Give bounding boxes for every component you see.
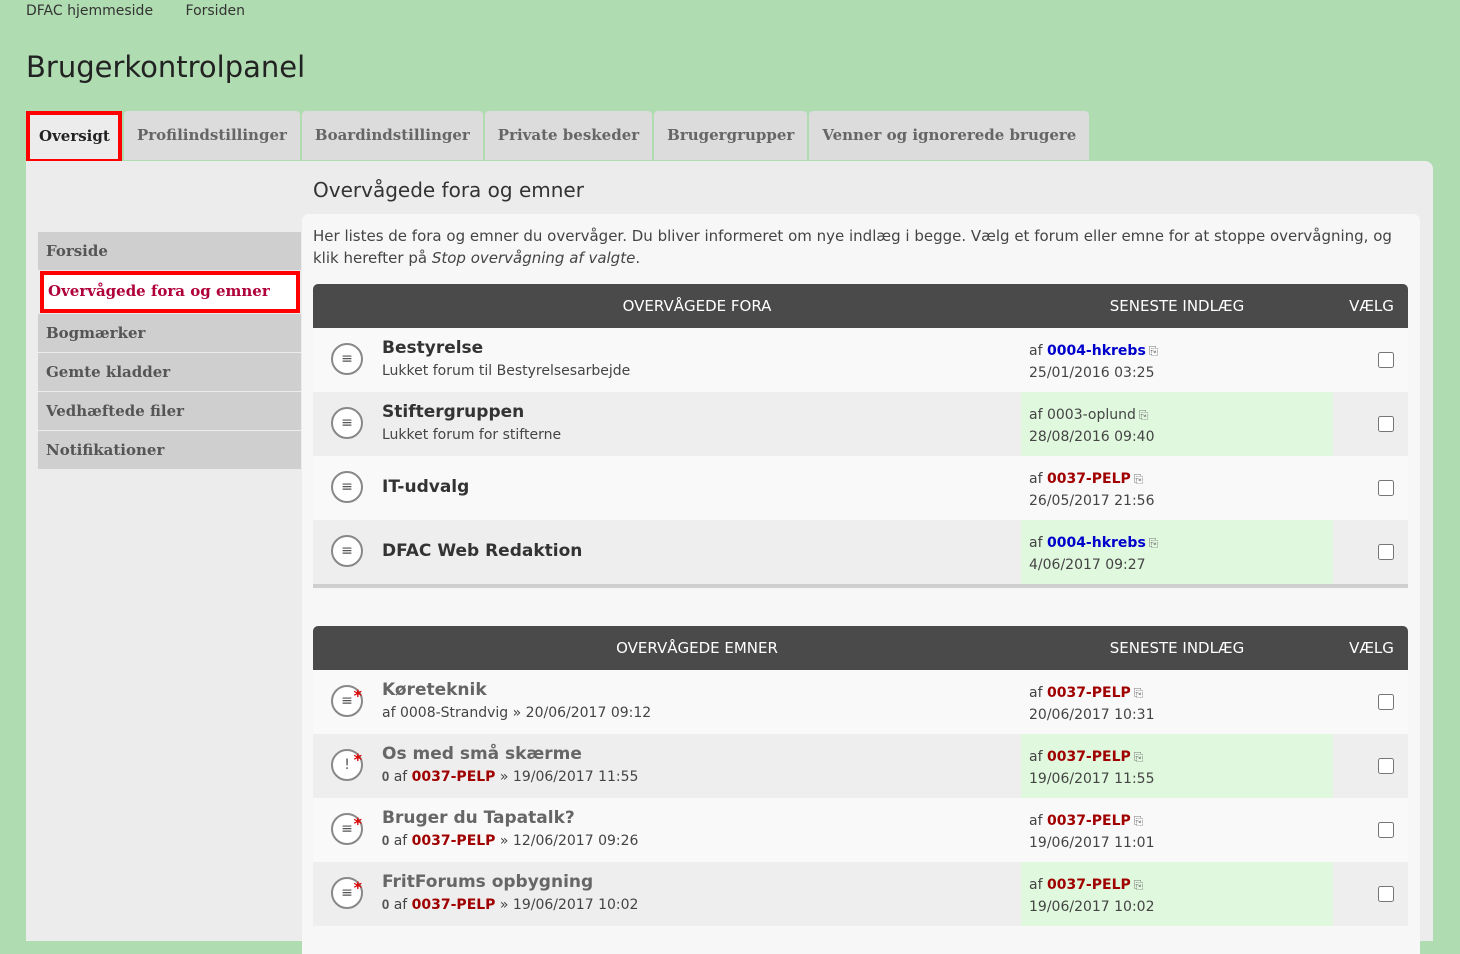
topic-title-link[interactable]: Os med små skærme (382, 744, 582, 764)
view-latest-post-icon[interactable]: ⎘ (1134, 814, 1144, 828)
sidebar-item-watched[interactable]: Overvågede fora og emner (40, 271, 300, 313)
table-row: ≡ Bestyrelse Lukket forum til Bestyrelse… (313, 328, 1408, 392)
table-header: Overvågede fora Seneste indlæg Vælg (313, 284, 1408, 328)
forum-title-link[interactable]: IT-udvalg (382, 477, 469, 497)
sidebar-item-bookmarks[interactable]: Bogmærker (38, 314, 301, 352)
top-navigation: DFAC hjemmeside Forsiden (26, 3, 273, 19)
forum-read-icon: ≡ (331, 343, 363, 375)
view-latest-post-icon[interactable]: ⎘ (1139, 408, 1149, 422)
table-row: ! Os med små skærme 𝟎 af 0037-PELP » 19/… (313, 734, 1408, 798)
forum-read-icon: ≡ (331, 471, 363, 503)
sidebar-item-drafts[interactable]: Gemte kladder (38, 353, 301, 391)
select-checkbox[interactable] (1378, 694, 1394, 710)
author-link[interactable]: 0037-PELP (412, 833, 496, 849)
topic-unread-icon: ≡ (331, 874, 363, 909)
select-checkbox[interactable] (1378, 544, 1394, 560)
view-latest-post-icon[interactable]: ⎘ (1134, 686, 1144, 700)
forum-read-icon: ≡ (331, 535, 363, 567)
page-title: Brugerkontrolpanel (26, 50, 306, 84)
tab-boardindstillinger[interactable]: Boardindstillinger (301, 111, 483, 160)
user-link[interactable]: 0003-oplund (1047, 407, 1136, 423)
topic-hot-icon: ! (331, 746, 363, 781)
table-row: ≡ DFAC Web Redaktion af 0004-hkrebs ⎘ 4/0… (313, 520, 1408, 584)
select-checkbox[interactable] (1378, 352, 1394, 368)
tab-private-beskeder[interactable]: Private beskeder (484, 111, 653, 160)
latest-post: af 0037-PELP ⎘ 19/06/2017 11:55 (1021, 734, 1333, 798)
author-link[interactable]: 0008-Strandvig (400, 705, 508, 721)
table-row: ≡ Køreteknik af 0008-Strandvig » 20/06/2… (313, 670, 1408, 734)
user-link[interactable]: 0037-PELP (1047, 685, 1131, 701)
sidebar-nav: Forside Overvågede fora og emner Bogmærk… (38, 232, 301, 470)
table-row: ≡ IT-udvalg af 0037-PELP ⎘ 26/05/2017 21:… (313, 456, 1408, 520)
forum-read-icon: ≡ (331, 407, 363, 439)
view-latest-post-icon[interactable]: ⎘ (1149, 344, 1159, 358)
latest-post: af 0037-PELP ⎘ 20/06/2017 10:31 (1029, 685, 1155, 723)
link-forsiden[interactable]: Forsiden (186, 3, 245, 19)
latest-post: af 0003-oplund ⎘ 28/08/2016 09:40 (1021, 392, 1333, 456)
topic-unread-icon: ≡ (331, 810, 363, 845)
topic-title-link[interactable]: FritForums opbygning (382, 872, 593, 892)
view-latest-post-icon[interactable]: ⎘ (1134, 750, 1144, 764)
view-latest-post-icon[interactable]: ⎘ (1134, 878, 1144, 892)
topic-title-link[interactable]: Bruger du Tapatalk? (382, 808, 575, 828)
user-link[interactable]: 0037-PELP (1047, 471, 1131, 487)
latest-post: af 0037-PELP ⎘ 26/05/2017 21:56 (1029, 471, 1155, 509)
user-link[interactable]: 0037-PELP (1047, 877, 1131, 893)
sidebar-item-notifications[interactable]: Notifikationer (38, 431, 301, 469)
table-header: Overvågede emner Seneste indlæg Vælg (313, 626, 1408, 670)
paperclip-icon: 𝟎 (382, 834, 390, 849)
user-link[interactable]: 0004-hkrebs (1047, 343, 1146, 359)
tab-oversigt[interactable]: Oversigt (26, 111, 122, 163)
forum-title-link[interactable]: Stiftergruppen (382, 402, 524, 422)
user-link[interactable]: 0004-hkrebs (1047, 535, 1146, 551)
latest-post: af 0037-PELP ⎘ 19/06/2017 10:02 (1021, 862, 1333, 926)
user-link[interactable]: 0037-PELP (1047, 749, 1131, 765)
author-link[interactable]: 0037-PELP (412, 897, 496, 913)
sidebar-item-forside[interactable]: Forside (38, 232, 301, 270)
latest-post: af 0004-hkrebs ⎘ 25/01/2016 03:25 (1029, 343, 1159, 381)
section-title: Overvågede fora og emner (313, 178, 584, 202)
tab-brugergrupper[interactable]: Brugergrupper (654, 111, 808, 160)
tab-profilindstillinger[interactable]: Profilindstillinger (124, 111, 300, 160)
tab-venner[interactable]: Venner og ignorerede brugere (809, 111, 1090, 160)
latest-post: af 0037-PELP ⎘ 19/06/2017 11:01 (1029, 813, 1155, 851)
sidebar-item-attachments[interactable]: Vedhæftede filer (38, 392, 301, 430)
select-checkbox[interactable] (1378, 480, 1394, 496)
view-latest-post-icon[interactable]: ⎘ (1149, 536, 1159, 550)
user-link[interactable]: 0037-PELP (1047, 813, 1131, 829)
view-latest-post-icon[interactable]: ⎘ (1134, 472, 1144, 486)
select-checkbox[interactable] (1378, 886, 1394, 902)
watched-topics-table: Overvågede emner Seneste indlæg Vælg ≡ K… (313, 626, 1408, 926)
table-row: ≡ Stiftergruppen Lukket forum for stifte… (313, 392, 1408, 456)
table-row: ≡ Bruger du Tapatalk? 𝟎 af 0037-PELP » 1… (313, 798, 1408, 862)
tab-bar: Oversigt Profilindstillinger Boardindsti… (26, 111, 1091, 163)
intro-text: Her listes de fora og emner du overvåger… (313, 227, 1392, 267)
select-checkbox[interactable] (1378, 758, 1394, 774)
content-area: Her listes de fora og emner du overvåger… (302, 214, 1420, 954)
topic-title-link[interactable]: Køreteknik (382, 680, 487, 700)
watched-forums-table: Overvågede fora Seneste indlæg Vælg ≡ Be… (313, 284, 1408, 588)
select-checkbox[interactable] (1378, 416, 1394, 432)
author-link[interactable]: 0037-PELP (412, 769, 496, 785)
latest-post: af 0004-hkrebs ⎘ 4/06/2017 09:27 (1021, 520, 1333, 584)
control-panel: Forside Overvågede fora og emner Bogmærk… (26, 161, 1433, 954)
forum-title-link[interactable]: Bestyrelse (382, 338, 483, 358)
topic-unread-icon: ≡ (331, 682, 363, 717)
table-row: ≡ FritForums opbygning 𝟎 af 0037-PELP » … (313, 862, 1408, 926)
forum-title-link[interactable]: DFAC Web Redaktion (382, 541, 582, 561)
link-dfac-homepage[interactable]: DFAC hjemmeside (26, 3, 153, 19)
select-checkbox[interactable] (1378, 822, 1394, 838)
paperclip-icon: 𝟎 (382, 770, 390, 785)
paperclip-icon: 𝟎 (382, 898, 390, 913)
